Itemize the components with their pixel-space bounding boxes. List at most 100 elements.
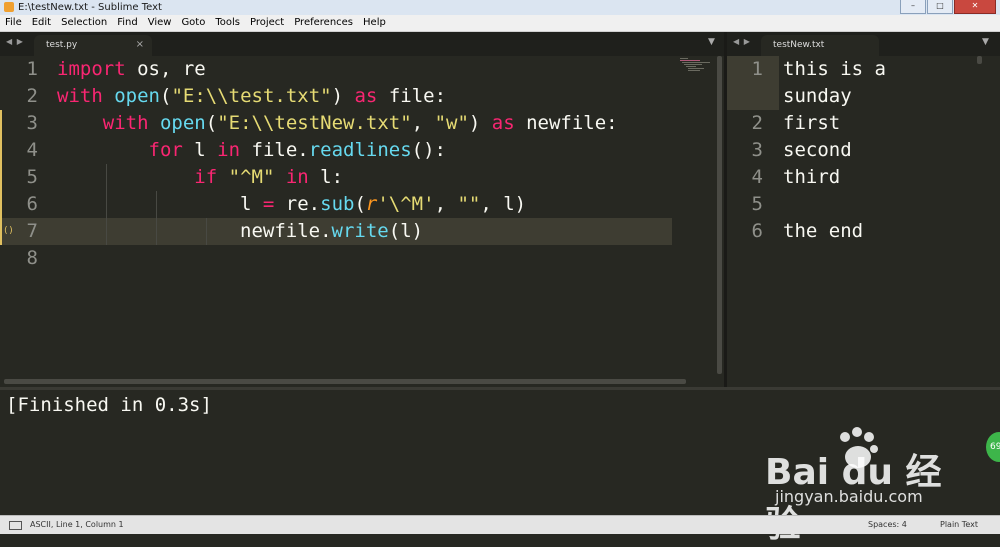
right-tab-bar: ◀ ▶ testNew.txt ▼ [727, 32, 1000, 56]
line-number: 2 [26, 85, 38, 107]
code-token: in [217, 139, 241, 161]
tab-dropdown-icon[interactable]: ▼ [708, 37, 715, 47]
code-token: (): [411, 139, 446, 161]
code-token: "^M" [228, 166, 275, 188]
tab-scroll-arrows-right[interactable]: ◀ ▶ [733, 37, 751, 46]
text-line: this is a [783, 58, 886, 80]
code-line: if "^M" in l: [57, 164, 343, 191]
left-editor[interactable]: 1 2 3 4 5 6 7 8 () import os, re with ope… [0, 56, 724, 386]
code-token: = [262, 193, 275, 215]
vertical-scrollbar-right[interactable] [977, 56, 982, 64]
close-window-button[interactable]: ✕ [954, 0, 996, 14]
line-number: 3 [751, 139, 763, 161]
line-number: 2 [751, 112, 763, 134]
code-token: , [434, 193, 458, 215]
line-number: 1 [26, 58, 38, 80]
baidu-url-text: jingyan.baidu.com [775, 487, 923, 506]
menu-tools[interactable]: Tools [210, 15, 245, 31]
text-line: third [783, 166, 841, 188]
tab-test-py[interactable]: test.py × [34, 35, 152, 56]
window-controls: – □ ✕ [899, 0, 996, 14]
menu-project[interactable]: Project [245, 15, 289, 31]
code-line: l = re.sub(r'\^M', "", l) [57, 191, 526, 218]
code-token: newfile. [57, 220, 332, 242]
console-toggle-icon[interactable] [9, 521, 22, 530]
left-tab-bar: ◀ ▶ test.py × ▼ [0, 32, 724, 56]
menu-file[interactable]: File [0, 15, 27, 31]
code-token: ( [205, 112, 218, 134]
horizontal-scrollbar[interactable] [4, 379, 686, 384]
code-token: open [159, 112, 206, 134]
code-token: ( [354, 193, 366, 215]
code-token: '\^M' [377, 193, 435, 215]
code-token: as [491, 112, 515, 134]
code-token: ) [331, 85, 355, 107]
code-token: , l) [480, 193, 527, 215]
code-token: file. [240, 139, 309, 161]
right-editor[interactable]: 1 2 3 4 5 6 this is a sunday first secon… [727, 56, 1000, 386]
code-token: write [331, 220, 389, 242]
menu-goto[interactable]: Goto [176, 15, 210, 31]
code-token: ( [159, 85, 172, 107]
code-token: re. [274, 193, 321, 215]
minimize-button[interactable]: – [900, 0, 926, 14]
tab-close-icon[interactable]: × [136, 39, 144, 50]
code-token: if [194, 166, 218, 188]
code-token: as [354, 85, 378, 107]
menu-edit[interactable]: Edit [27, 15, 56, 31]
code-token: (l) [388, 220, 424, 242]
menu-find[interactable]: Find [112, 15, 143, 31]
code-token: newfile: [514, 112, 618, 134]
code-token: "" [457, 193, 481, 215]
menu-bar: File Edit Selection Find View Goto Tools… [0, 15, 1000, 32]
menu-selection[interactable]: Selection [56, 15, 112, 31]
code-line: with open("E:\\testNew.txt", "w") as new… [57, 110, 618, 137]
line-number: 1 [751, 58, 763, 80]
tab-testnew-txt[interactable]: testNew.txt [761, 35, 879, 56]
line-number: 6 [751, 220, 763, 242]
code-token: with [102, 112, 149, 134]
code-token: readlines [308, 139, 412, 161]
code-line: with open("E:\\test.txt") as file: [57, 83, 446, 110]
cursor-position: ASCII, Line 1, Column 1 [30, 520, 124, 529]
code-token: "E:\\testNew.txt" [217, 112, 412, 134]
code-token: "E:\\test.txt" [171, 85, 332, 107]
baidu-watermark: Bai du 经验 jingyan.baidu.com [765, 425, 950, 545]
line-number: 8 [26, 247, 38, 269]
line-number: 4 [751, 166, 763, 188]
code-token: import [57, 58, 126, 80]
code-token: open [114, 85, 160, 107]
line-number: 5 [751, 193, 763, 215]
code-token: l: [308, 166, 344, 188]
minimap[interactable] [678, 56, 716, 76]
code-token: in [285, 166, 309, 188]
tab-label: test.py [46, 40, 78, 50]
code-token: , [411, 112, 435, 134]
tab-dropdown-icon-right[interactable]: ▼ [982, 37, 989, 47]
menu-help[interactable]: Help [358, 15, 391, 31]
code-line: for l in file.readlines(): [57, 137, 446, 164]
code-token: with [57, 85, 103, 107]
text-line: second [783, 139, 852, 161]
sublime-app-icon [4, 2, 14, 12]
text-line-wrapped: sunday [783, 85, 852, 107]
syntax-selector[interactable]: Plain Text [940, 520, 978, 529]
menu-view[interactable]: View [143, 15, 177, 31]
build-output-text: [Finished in 0.3s] [6, 394, 212, 416]
line-number: 6 [26, 193, 38, 215]
line-number: 3 [26, 112, 38, 134]
maximize-button[interactable]: □ [927, 0, 953, 14]
vertical-scrollbar[interactable] [717, 56, 722, 374]
code-token: l [182, 139, 218, 161]
line-number: 4 [26, 139, 38, 161]
indentation-setting[interactable]: Spaces: 4 [868, 520, 907, 529]
text-line: first [783, 112, 841, 134]
menu-preferences[interactable]: Preferences [289, 15, 358, 31]
tab-scroll-arrows[interactable]: ◀ ▶ [6, 37, 24, 46]
